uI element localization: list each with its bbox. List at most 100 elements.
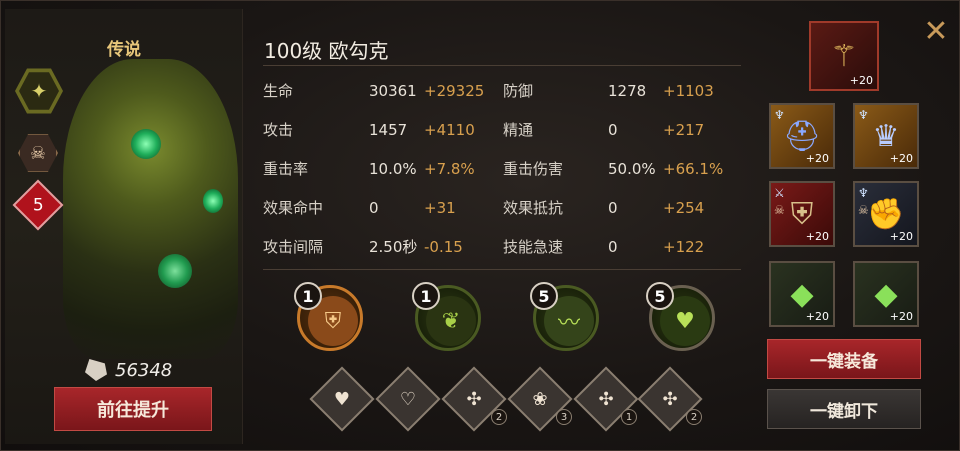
equip-slot-gem-2[interactable]: ◆ +20 [853, 261, 919, 327]
hero-portrait-area: 传说 ✦ ☠ 5 56348 [5, 9, 243, 444]
stat-name: 生命 [263, 82, 294, 100]
stat-value: 0 [608, 237, 618, 256]
stat-row: 攻击间隔 2.50秒 -0.15 技能急速 0 +122 [263, 227, 743, 266]
enhance-level: +20 [889, 152, 913, 165]
close-icon[interactable]: ✕ [919, 15, 953, 49]
unequip-all-button[interactable]: 一键卸下 [767, 389, 921, 429]
stat-value: 30361 [369, 81, 417, 100]
stat-value: 10.0% [369, 159, 417, 178]
skill-level-badge: 5 [646, 282, 674, 310]
crown-icon: ♛ [872, 118, 900, 154]
stat-value: 0 [608, 198, 618, 217]
hero-title: 100级 欧勾克 [264, 39, 389, 63]
enhance-level: +20 [805, 310, 829, 323]
power-value: 56348 [115, 359, 173, 381]
stat-row: 攻击 1457 +4110 精通 0 +217 [263, 110, 743, 149]
stat-bonus: +254 [663, 198, 705, 217]
rune-count: 2 [686, 409, 702, 425]
class-emblem-icon[interactable]: ✦ [15, 68, 63, 114]
rune-slot-2[interactable]: ♡ [375, 366, 441, 432]
stat-name: 重击伤害 [503, 160, 564, 178]
stat-row: 重击率 10.0% +7.8% 重击伤害 50.0% +66.1% [263, 149, 743, 188]
power-fist-icon [85, 359, 107, 381]
weapon-slot[interactable]: ⚚ +20 [809, 21, 879, 91]
equip-slot-helmet[interactable]: ♆ ⛑ +20 [769, 103, 835, 169]
equip-slot-gloves[interactable]: ♆ ☠ ✊ +20 [853, 181, 919, 247]
heart-icon: ♥ [333, 388, 351, 410]
enhance-level: +20 [805, 152, 829, 165]
green-gem-icon: ◆ [874, 276, 898, 312]
stat-name: 效果抵抗 [503, 199, 564, 217]
stat-bonus: +1103 [663, 81, 714, 100]
gauntlet-icon: ✊ [867, 196, 905, 232]
stat-name: 技能急速 [503, 238, 564, 256]
skill-slot-1[interactable]: ⛨ 1 [294, 282, 363, 351]
sprout-plus-icon: ✣ [466, 388, 482, 410]
skull-icon: ☠ [774, 203, 785, 217]
skill-slot-3[interactable]: 〰 5 [530, 282, 599, 351]
stat-bonus: +4110 [424, 120, 475, 139]
skill-level-badge: 5 [530, 282, 558, 310]
stat-bonus: +122 [663, 237, 705, 256]
skull-icon: ☠ [858, 203, 869, 217]
hero-portrait [63, 59, 238, 359]
stat-value: 1278 [608, 81, 647, 100]
stat-name: 效果命中 [263, 199, 324, 217]
stat-value: 0 [369, 198, 379, 217]
rune-slot-1[interactable]: ♥ [309, 366, 375, 432]
stat-row: 生命 30361 +29325 防御 1278 +1103 [263, 71, 743, 110]
combat-power: 56348 [85, 359, 172, 381]
skill-level-badge: 1 [294, 282, 322, 310]
stat-name: 防御 [503, 82, 534, 100]
sprout-plus-icon: ✣ [662, 388, 678, 410]
stat-value: 1457 [369, 120, 408, 139]
enhance-level: +20 [805, 230, 829, 243]
portrait-orb [158, 254, 192, 288]
upgrade-button[interactable]: 前往提升 [54, 387, 212, 431]
stat-value: 0 [608, 120, 618, 139]
stat-name: 重击率 [263, 160, 309, 178]
portrait-gem [203, 189, 223, 213]
stat-bonus: -0.15 [424, 237, 463, 256]
helmet-icon: ⛑ [782, 118, 822, 154]
divider [263, 269, 741, 270]
stat-bonus: +217 [663, 120, 705, 139]
skill-level-badge: 1 [412, 282, 440, 310]
stat-bonus: +7.8% [424, 159, 475, 178]
rune-count: 3 [556, 409, 572, 425]
enhance-level: +20 [889, 230, 913, 243]
equip-slot-accessory[interactable]: ♆ ♛ +20 [853, 103, 919, 169]
faction-skull-icon[interactable]: ☠ [18, 134, 58, 172]
equip-all-button[interactable]: 一键装备 [767, 339, 921, 379]
green-gem-icon: ◆ [790, 276, 814, 312]
enhance-level: +20 [889, 310, 913, 323]
divider [263, 65, 741, 66]
equip-slot-armor[interactable]: ⚔ ☠ ⛨ +20 [769, 181, 835, 247]
stat-bonus: +66.1% [663, 159, 724, 178]
staff-icon: ⚚ [830, 38, 858, 74]
trident-icon: ♆ [774, 108, 785, 122]
crossed-swords-icon: ⚔ [774, 186, 785, 200]
trident-icon: ♆ [858, 186, 869, 200]
stat-name: 攻击间隔 [263, 238, 324, 256]
stat-bonus: +29325 [424, 81, 485, 100]
skill-slot-2[interactable]: ❦ 1 [412, 282, 481, 351]
stat-bonus: +31 [424, 198, 456, 217]
stats-table: 生命 30361 +29325 防御 1278 +1103 攻击 1457 +4110 精通… [263, 71, 743, 266]
rarity-label: 传说 [107, 40, 141, 60]
stat-value: 2.50秒 [369, 238, 418, 256]
heart-drop-icon: ♡ [399, 388, 417, 410]
rune-count: 1 [621, 409, 637, 425]
stat-name: 攻击 [263, 121, 294, 139]
hero-detail-panel: 传说 ✦ ☠ 5 56348 前往提升 100级 欧勾克 生命 30361 +293… [0, 0, 960, 451]
stat-name: 精通 [503, 121, 534, 139]
trident-icon: ♆ [858, 108, 869, 122]
rune-count: 2 [491, 409, 507, 425]
chest-armor-icon: ⛨ [790, 196, 814, 232]
stat-row: 效果命中 0 +31 效果抵抗 0 +254 [263, 188, 743, 227]
skill-slot-4[interactable]: ♥ 5 [646, 282, 715, 351]
stat-value: 50.0% [608, 159, 656, 178]
star-level-badge: 5 [12, 179, 64, 231]
equip-slot-gem-1[interactable]: ◆ +20 [769, 261, 835, 327]
portrait-gem [131, 129, 161, 159]
